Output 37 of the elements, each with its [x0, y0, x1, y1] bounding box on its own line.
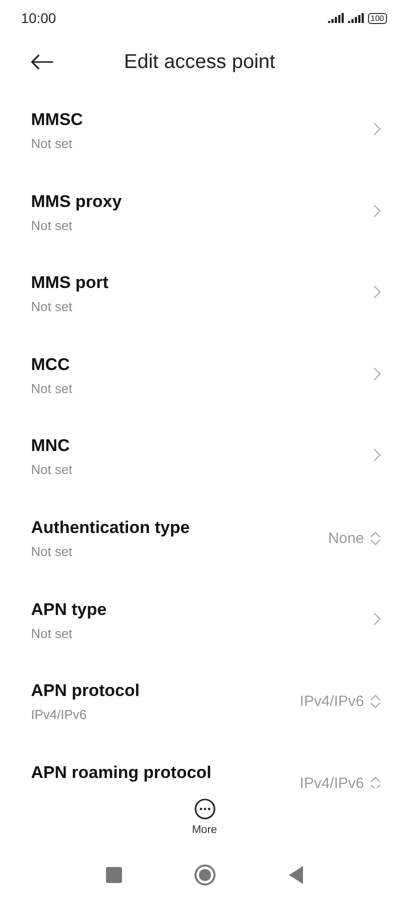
- up-down-icon: [370, 530, 381, 546]
- battery-icon: 100: [368, 12, 387, 24]
- setting-value: Not set: [31, 218, 74, 233]
- setting-title[interactable]: MMS port: [31, 273, 108, 294]
- setting-value: IPv4/IPv6: [31, 707, 88, 722]
- setting-value: Not set: [31, 299, 74, 314]
- setting-title[interactable]: APN type: [31, 600, 107, 620]
- recents-icon[interactable]: [106, 867, 122, 883]
- setting-value: Not set: [31, 380, 72, 396]
- setting-title[interactable]: MCC: [31, 354, 72, 375]
- chevron-right-icon: [373, 366, 381, 381]
- back-arrow-icon[interactable]: [30, 54, 54, 70]
- setting-title[interactable]: APN protocol: [31, 681, 140, 702]
- chevron-right-icon: [373, 448, 381, 462]
- more-icon: [194, 798, 216, 820]
- chevron-right-icon: [373, 285, 381, 300]
- setting-value: Not set: [31, 626, 74, 641]
- setting-value: Not set: [31, 462, 72, 478]
- home-icon[interactable]: [194, 864, 216, 886]
- chevron-right-icon: [373, 122, 381, 136]
- chevron-right-icon: [373, 204, 381, 218]
- status-time: 10:00: [21, 10, 56, 26]
- setting-value: Not set: [31, 544, 74, 559]
- chevron-right-icon: [373, 612, 381, 626]
- setting-title[interactable]: MNC: [31, 436, 72, 456]
- back-icon[interactable]: [288, 866, 303, 884]
- setting-title[interactable]: APN roaming protocol: [31, 762, 212, 783]
- page-title: Edit access point: [124, 50, 276, 74]
- setting-title[interactable]: MMSC: [31, 110, 83, 130]
- setting-value: Not set: [31, 136, 74, 151]
- setting-title[interactable]: Authentication type: [31, 518, 190, 538]
- more-button[interactable]: More: [184, 794, 226, 840]
- signal-icon: [328, 13, 345, 23]
- up-down-icon: [370, 776, 381, 788]
- signal-icon: [348, 13, 365, 23]
- setting-title[interactable]: MMS proxy: [31, 192, 122, 212]
- up-down-icon: [370, 694, 381, 710]
